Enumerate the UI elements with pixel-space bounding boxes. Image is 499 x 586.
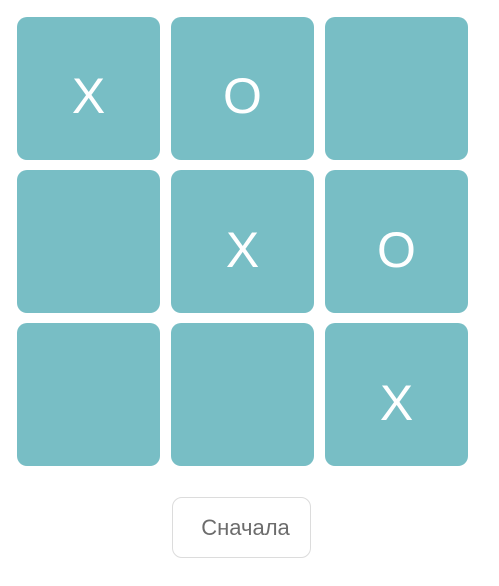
board-cell-8[interactable] — [171, 323, 314, 466]
cell-mark: X — [379, 375, 414, 432]
board-cell-1[interactable]: X — [17, 17, 160, 160]
board-cell-6[interactable]: O — [325, 170, 468, 313]
board-cell-4[interactable] — [17, 170, 160, 313]
board-cell-2[interactable]: O — [171, 17, 314, 160]
cell-mark: X — [225, 222, 260, 279]
restart-button[interactable]: Сначала — [172, 497, 311, 558]
cell-mark: O — [377, 222, 416, 279]
cell-mark: X — [71, 67, 106, 124]
board-cell-9[interactable]: X — [325, 323, 468, 466]
board-cell-7[interactable] — [17, 323, 160, 466]
board-cell-5[interactable]: X — [171, 170, 314, 313]
board-cell-3[interactable] — [325, 17, 468, 160]
game-board: X O X O X — [17, 17, 468, 466]
cell-mark: O — [223, 67, 262, 124]
